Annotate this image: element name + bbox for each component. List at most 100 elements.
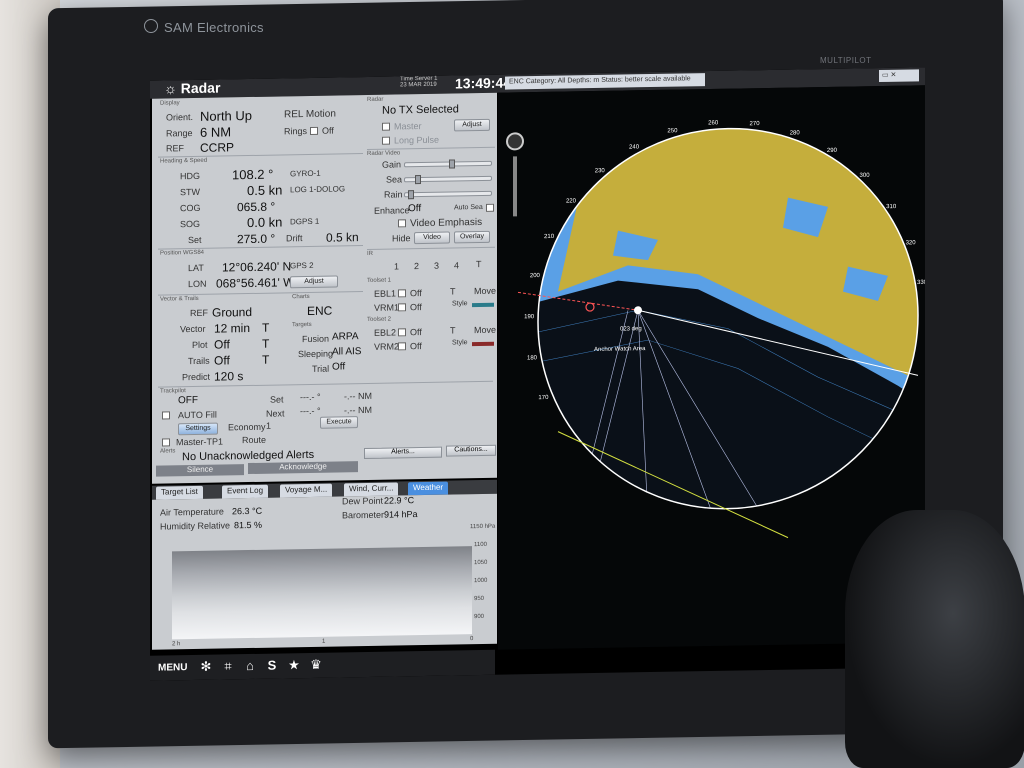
orient-select[interactable]: North Up xyxy=(200,108,252,124)
ebl1-mode[interactable]: T xyxy=(450,286,456,296)
humidity-value: 81.5 % xyxy=(234,519,263,531)
vref-select[interactable]: Ground xyxy=(212,305,252,320)
hide-video-button[interactable]: Video xyxy=(414,231,450,245)
auto-sea-checkbox[interactable] xyxy=(486,203,494,212)
tx-select[interactable]: No TX Selected xyxy=(382,103,459,116)
enc-status[interactable]: ENC Category: All Depths: m Status: bett… xyxy=(505,73,705,90)
trial-select[interactable]: Off xyxy=(332,361,345,372)
vector-mode[interactable]: T xyxy=(262,321,269,335)
ebl2-checkbox[interactable] xyxy=(398,328,406,337)
acknowledge-button[interactable]: Acknowledge xyxy=(248,461,358,475)
video-emphasis-checkbox[interactable] xyxy=(398,219,406,228)
auto-fill-label: AUTO Fill xyxy=(178,409,217,421)
long-pulse-checkbox[interactable] xyxy=(382,136,390,145)
baro-label: Barometer xyxy=(342,509,385,521)
settings-button[interactable]: Settings xyxy=(178,422,218,436)
target-icon[interactable]: ⌗ xyxy=(220,658,236,674)
crown-icon[interactable]: ♛ xyxy=(308,657,324,673)
trails-select[interactable]: Off xyxy=(214,353,230,367)
rain-label: Rain xyxy=(384,189,403,200)
tab-event-log[interactable]: Event Log xyxy=(222,484,269,499)
rings-checkbox[interactable] xyxy=(310,126,318,135)
time-server: Time Server 1 23 MAR 2019 xyxy=(400,75,438,89)
dew-label: Dew Point xyxy=(342,495,384,507)
style1-swatch[interactable] xyxy=(472,302,494,308)
range-select[interactable]: 6 NM xyxy=(200,124,231,140)
chart-tick: 1100 xyxy=(474,541,487,549)
trails-mode[interactable]: T xyxy=(262,353,269,367)
rain-slider-knob[interactable] xyxy=(408,190,415,200)
alerts-button[interactable]: Alerts... xyxy=(364,446,442,460)
home-icon[interactable]: ⌂ xyxy=(242,658,258,674)
ir-4[interactable]: 4 xyxy=(454,260,459,270)
settings-gear-icon[interactable]: ✻ xyxy=(198,659,214,675)
rain-slider[interactable] xyxy=(404,190,492,200)
plot-label: Plot xyxy=(192,339,208,351)
hide-label: Hide xyxy=(392,233,411,244)
bearing-label: 310 xyxy=(886,204,897,210)
predict-select[interactable]: 120 s xyxy=(214,369,243,384)
charts-select[interactable]: ENC xyxy=(307,304,332,318)
ir-3[interactable]: 3 xyxy=(434,261,439,271)
air-temp-value: 26.3 °C xyxy=(232,505,263,517)
ir-mode[interactable]: T xyxy=(476,259,482,269)
execute-button[interactable]: Execute xyxy=(320,416,358,429)
tab-voyage[interactable]: Voyage M... xyxy=(280,483,333,498)
gain-slider[interactable] xyxy=(404,159,492,169)
hdg-source[interactable]: GYRO-1 xyxy=(290,169,321,179)
sog-source[interactable]: DGPS 1 xyxy=(290,217,319,227)
zoom-slider[interactable] xyxy=(513,156,517,217)
menu-button[interactable]: MENU xyxy=(158,662,187,674)
tab-target-list[interactable]: Target List xyxy=(156,485,203,500)
ebl1-checkbox[interactable] xyxy=(398,289,406,298)
silence-button[interactable]: Silence xyxy=(156,464,244,477)
ir-1[interactable]: 1 xyxy=(394,261,399,271)
chart-tick: 1000 xyxy=(474,577,488,585)
plot-mode[interactable]: T xyxy=(262,337,269,351)
fusion-select[interactable]: ARPA xyxy=(332,331,359,342)
vrm2-checkbox[interactable] xyxy=(398,342,406,351)
vector-select[interactable]: 12 min xyxy=(214,321,250,336)
bearing-label: 230 xyxy=(595,168,606,174)
alerts-message: No Unacknowledged Alerts xyxy=(182,448,315,464)
ir-2[interactable]: 2 xyxy=(414,261,419,271)
chart-x-end: 0 xyxy=(470,636,474,643)
lat-source[interactable]: GPS 2 xyxy=(290,261,314,270)
plot-select[interactable]: Off xyxy=(214,337,230,351)
cog-value: 065.8 ° xyxy=(237,199,276,215)
stw-source[interactable]: LOG 1-DOLOG xyxy=(290,184,345,194)
vector-label: Vector xyxy=(180,323,206,335)
window-controls[interactable]: ▭ ✕ xyxy=(879,69,919,83)
chart-tick: 1050 xyxy=(474,559,488,567)
gain-slider-knob[interactable] xyxy=(449,159,455,169)
motion-select[interactable]: REL Motion xyxy=(284,109,336,121)
ref-select[interactable]: CCRP xyxy=(200,140,234,155)
economy-select[interactable]: 1 xyxy=(266,421,271,431)
zoom-control[interactable] xyxy=(506,132,526,222)
star-icon[interactable]: ★ xyxy=(286,657,302,673)
cautions-button[interactable]: Cautions... xyxy=(446,444,496,457)
master-checkbox[interactable] xyxy=(382,122,390,131)
ebl2-mode[interactable]: T xyxy=(450,325,456,335)
enhance-select[interactable]: Off xyxy=(408,203,421,214)
style2-swatch[interactable] xyxy=(472,341,494,347)
vrm1-checkbox[interactable] xyxy=(398,303,406,312)
tab-weather[interactable]: Weather xyxy=(408,481,449,496)
auto-fill-checkbox[interactable] xyxy=(162,411,170,420)
master-tp-checkbox[interactable] xyxy=(162,438,170,447)
ebl1-move[interactable]: Move xyxy=(474,286,496,296)
sleeping-select[interactable]: All AIS xyxy=(332,346,361,358)
section-toolset-2: Toolset 2 xyxy=(367,316,392,323)
hdg-value: 108.2 ° xyxy=(232,166,274,183)
weather-panel: Air Temperature 26.3 °C Humidity Relativ… xyxy=(152,493,497,650)
tab-wind-current[interactable]: Wind, Curr... xyxy=(344,482,399,497)
brand-name: SAM Electronics xyxy=(164,20,264,35)
sea-slider-knob[interactable] xyxy=(414,175,421,185)
radar-adjust-button[interactable]: Adjust xyxy=(454,118,490,132)
hide-overlay-button[interactable]: Overlay xyxy=(454,230,490,244)
s-icon[interactable]: S xyxy=(264,657,280,673)
ebl2-move[interactable]: Move xyxy=(474,325,496,335)
sea-slider[interactable] xyxy=(404,175,492,185)
position-adjust-button[interactable]: Adjust xyxy=(290,275,338,289)
compass-icon[interactable] xyxy=(506,132,524,151)
